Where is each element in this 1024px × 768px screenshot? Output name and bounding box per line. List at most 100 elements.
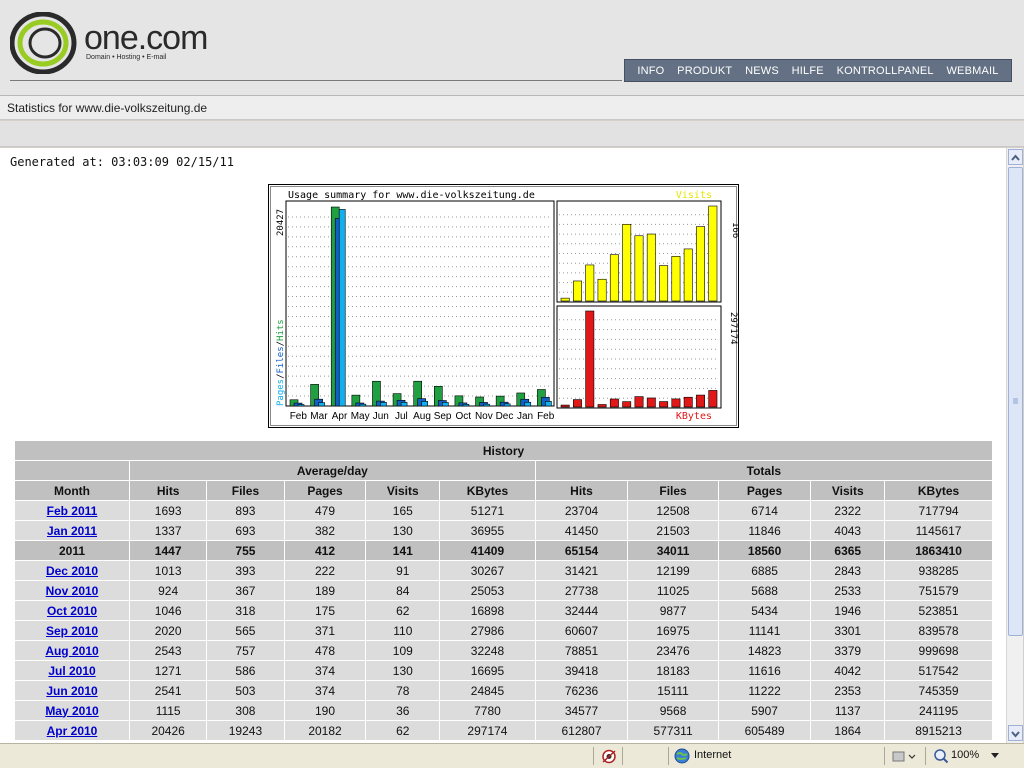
column-header-pages-total: Pages <box>718 481 811 500</box>
protected-mode-icon[interactable] <box>891 748 917 764</box>
month-label-feb-0: Feb <box>290 411 308 422</box>
month-cell: Nov 2010 <box>15 581 129 600</box>
table-cell: 62 <box>366 601 440 620</box>
brand-tagline: Domain • Hosting • E-mail <box>86 54 167 61</box>
bar-kbytes-nov-9 <box>671 398 681 408</box>
month-label-aug-6: Aug <box>413 411 431 422</box>
zoom-level[interactable]: 100% <box>951 749 979 761</box>
month-label-mar-1: Mar <box>310 411 328 422</box>
column-header-kbytes-total: KBytes <box>885 481 992 500</box>
table-row: Dec 2010 1013 393 222 91 30267 31421 12199 6885 2… <box>15 561 992 580</box>
table-cell: 1137 <box>811 701 885 720</box>
table-cell: 65154 <box>535 541 628 560</box>
table-cell: 11141 <box>718 621 811 640</box>
bar-pages-jul-5 <box>400 402 408 407</box>
table-cell: 60607 <box>535 621 628 640</box>
nav-webmail[interactable]: WEBMAIL <box>946 65 998 77</box>
bar-pages-feb-12 <box>545 401 552 407</box>
month-link[interactable]: Jul 2010 <box>48 664 95 678</box>
bar-pages-oct-8 <box>462 403 470 407</box>
table-cell: 7780 <box>440 701 535 720</box>
kbytes-panel-frame <box>556 305 722 409</box>
table-cell: 19243 <box>207 721 284 740</box>
table-cell: 893 <box>207 501 284 520</box>
history-table: History Average/day Totals Month Hits File… <box>14 440 993 741</box>
table-cell: 2533 <box>811 581 885 600</box>
visits-ymax-label: 166 <box>730 222 739 238</box>
table-cell: 12199 <box>628 561 718 580</box>
table-cell: 751579 <box>885 581 992 600</box>
left-y-axis-legend: Pages/Files/Hits <box>276 319 286 406</box>
month-link[interactable]: Sep 2010 <box>46 624 98 638</box>
month-label-dec-10: Dec <box>496 411 514 422</box>
table-cell: 165 <box>366 501 440 520</box>
bar-pages-nov-9 <box>483 403 490 407</box>
month-link[interactable]: Dec 2010 <box>46 564 98 578</box>
bar-pages-dec-10 <box>503 403 511 407</box>
month-cell: Jul 2010 <box>15 661 129 680</box>
scroll-up-button[interactable] <box>1008 149 1023 165</box>
toolbar-strip <box>0 121 1024 147</box>
table-cell: 612807 <box>535 721 628 740</box>
table-cell: 36 <box>366 701 440 720</box>
bar-pages-aug-6 <box>421 401 428 407</box>
table-row: Aug 2010 2543 757 478 109 32248 78851 23476 1482… <box>15 641 992 660</box>
month-cell: Aug 2010 <box>15 641 129 660</box>
table-cell: 189 <box>284 581 366 600</box>
bar-visits-jun-4 <box>609 254 619 302</box>
table-cell: 141 <box>366 541 440 560</box>
table-cell: 8915213 <box>885 721 992 740</box>
month-link[interactable]: Jun 2010 <box>46 684 97 698</box>
column-header-visits-avg: Visits <box>366 481 440 500</box>
bar-kbytes-sep-7 <box>646 397 656 408</box>
table-cell: 11616 <box>718 661 811 680</box>
table-cell: 21503 <box>628 521 718 540</box>
month-link[interactable]: Oct 2010 <box>47 604 97 618</box>
table-cell: 36955 <box>440 521 535 540</box>
table-cell: 839578 <box>885 621 992 640</box>
table-cell: 318 <box>207 601 284 620</box>
month-link[interactable]: Jan 2011 <box>47 524 97 538</box>
nav-hilfe[interactable]: HILFE <box>792 65 824 77</box>
table-cell: 31421 <box>535 561 628 580</box>
month-link[interactable]: Aug 2010 <box>45 644 98 658</box>
table-cell: 371 <box>284 621 366 640</box>
year-cell: 2011 <box>15 541 129 560</box>
hits-files-pages-panel <box>285 200 555 407</box>
table-cell: 24845 <box>440 681 535 700</box>
privacy-icon[interactable] <box>600 748 618 765</box>
scroll-down-button[interactable] <box>1008 725 1023 741</box>
nav-news[interactable]: NEWS <box>745 65 779 77</box>
table-cell: 1693 <box>130 501 207 520</box>
stats-title: Statistics for www.die-volkszeitung.de <box>0 96 1024 120</box>
svg-text:Pages/Files/Hits: Pages/Files/Hits <box>276 319 286 406</box>
month-link[interactable]: Nov 2010 <box>46 584 99 598</box>
table-row: Jul 2010 1271 586 374 130 16695 39418 18183 1161… <box>15 661 992 680</box>
month-link[interactable]: May 2010 <box>45 704 98 718</box>
table-cell: 20182 <box>284 721 366 740</box>
nav-info[interactable]: INFO <box>637 65 664 77</box>
table-cell: 130 <box>366 521 440 540</box>
usage-summary-chart: Usage summary for www.die-volkszeitung.d… <box>268 184 739 428</box>
table-row: Jun 2010 2541 503 374 78 24845 76236 15111 11222… <box>15 681 992 700</box>
table-cell: 478 <box>284 641 366 660</box>
table-cell: 32444 <box>535 601 628 620</box>
table-cell: 2353 <box>811 681 885 700</box>
site-header: one.com Domain • Hosting • E-mail INFO P… <box>0 0 1024 96</box>
zoom-dropdown-icon[interactable] <box>990 751 1000 759</box>
zoom-icon[interactable] <box>933 748 949 764</box>
table-cell: 39418 <box>535 661 628 680</box>
nav-kontrollpanel[interactable]: KONTROLLPANEL <box>837 65 934 77</box>
month-link[interactable]: Apr 2010 <box>47 724 98 738</box>
table-cell: 586 <box>207 661 284 680</box>
table-cell: 3301 <box>811 621 885 640</box>
vertical-scrollbar[interactable] <box>1006 148 1023 743</box>
scroll-thumb[interactable] <box>1008 167 1023 636</box>
month-cell: Dec 2010 <box>15 561 129 580</box>
table-cell: 577311 <box>628 721 718 740</box>
table-cell: 4042 <box>811 661 885 680</box>
nav-produkt[interactable]: PRODUKT <box>677 65 732 77</box>
table-cell: 16975 <box>628 621 718 640</box>
month-link[interactable]: Feb 2011 <box>47 504 98 518</box>
month-cell: Jun 2010 <box>15 681 129 700</box>
